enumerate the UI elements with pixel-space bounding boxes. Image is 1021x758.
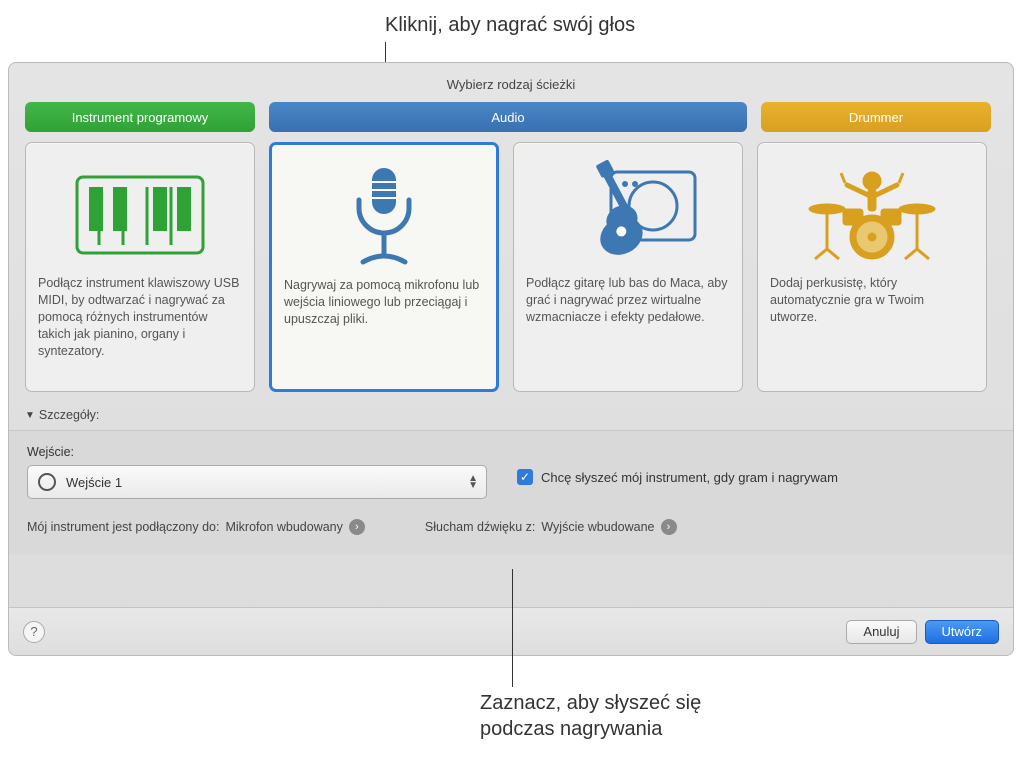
dialog-footer: ? Anuluj Utwórz [9,607,1013,655]
chevron-up-down-icon: ▲▼ [468,475,478,489]
disclosure-triangle-icon: ▼ [25,410,35,421]
tab-software-instrument[interactable]: Instrument programowy [25,102,255,132]
help-button[interactable]: ? [23,621,45,643]
card-software-desc: Podłącz instrument klawiszowy USB MIDI, … [38,275,242,359]
microphone-icon [284,157,484,277]
chevron-right-icon: › [661,519,677,535]
chevron-right-icon: › [349,519,365,535]
tab-audio[interactable]: Audio [269,102,747,132]
instrument-connection-prefix: Mój instrument jest podłączony do: [27,520,219,534]
keyboard-icon [38,155,242,275]
drummer-icon [770,155,974,275]
input-label: Wejście: [27,445,995,459]
card-drummer-desc: Dodaj perkusistę, który automatycznie gr… [770,275,974,326]
callout-monitor: Zaznacz, aby słyszeć się podczas nagrywa… [480,690,701,742]
card-audio-guitar[interactable]: Podłącz gitarę lub bas do Maca, aby grać… [513,142,743,392]
card-audio-mic[interactable]: Nagrywaj za pomocą mikrofonu lub wejścia… [269,142,499,392]
tab-drummer[interactable]: Drummer [761,102,991,132]
details-toggle[interactable]: ▼ Szczegóły: [9,402,1013,431]
input-select[interactable]: Wejście 1 ▲▼ [27,465,487,499]
input-channel-icon [38,473,56,491]
instrument-connection[interactable]: Mój instrument jest podłączony do: Mikro… [27,519,365,535]
details-label: Szczegóły: [39,408,99,422]
output-connection[interactable]: Słucham dźwięku z: Wyjście wbudowane › [425,519,677,535]
input-select-value: Wejście 1 [66,475,122,490]
track-cards-row: Podłącz instrument klawiszowy USB MIDI, … [9,142,1013,402]
output-connection-prefix: Słucham dźwięku z: [425,520,535,534]
monitor-label: Chcę słyszeć mój instrument, gdy gram i … [541,470,838,485]
callout-line-bottom [512,569,513,687]
card-mic-desc: Nagrywaj za pomocą mikrofonu lub wejścia… [284,277,484,328]
card-guitar-desc: Podłącz gitarę lub bas do Maca, aby grać… [526,275,730,326]
output-connection-value: Wyjście wbudowane [541,520,654,534]
callout-record-voice: Kliknij, aby nagrać swój głos [385,14,635,37]
card-software-instrument[interactable]: Podłącz instrument klawiszowy USB MIDI, … [25,142,255,392]
card-drummer[interactable]: Dodaj perkusistę, który automatycznie gr… [757,142,987,392]
guitar-amp-icon [526,155,730,275]
details-body: Wejście: Wejście 1 ▲▼ ✓ Chcę słyszeć mój… [9,431,1013,555]
new-track-panel: Wybierz rodzaj ścieżki Instrument progra… [8,62,1014,656]
monitor-checkbox[interactable]: ✓ [517,469,533,485]
instrument-connection-value: Mikrofon wbudowany [225,520,342,534]
track-type-tabs: Instrument programowy Audio Drummer [9,102,1013,142]
create-button[interactable]: Utwórz [925,620,999,644]
panel-title: Wybierz rodzaj ścieżki [9,63,1013,102]
cancel-button[interactable]: Anuluj [846,620,916,644]
